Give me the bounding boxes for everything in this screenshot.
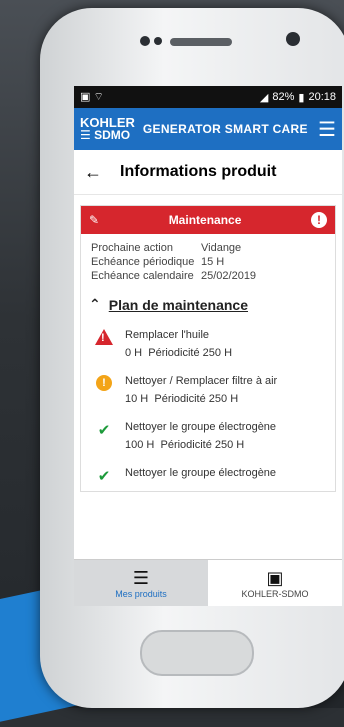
warning-circle-icon: !	[96, 375, 112, 391]
plan-label: Plan de maintenance	[108, 296, 249, 313]
info-key: Echéance périodique	[91, 256, 195, 268]
app-title: GENERATOR SMART CARE	[142, 122, 308, 136]
battery-percent: 82%	[272, 91, 295, 103]
info-row: Echéance périodique 15 H	[91, 256, 325, 268]
image-notification-icon: ▣	[80, 91, 91, 103]
signal-icon: ◢	[259, 91, 269, 104]
status-right: ◢ 82% ▮ 20:18	[260, 91, 336, 104]
task-item[interactable]: ! Nettoyer / Remplacer filtre à air 10 H…	[81, 365, 335, 411]
front-camera	[140, 36, 150, 46]
list-icon: ☰	[132, 567, 150, 588]
logo-bottom-text: SDMO	[94, 128, 131, 142]
checkmark-icon: ✔	[97, 468, 111, 485]
task-period: Périodicité 250 H	[160, 439, 245, 451]
battery-icon: ▮	[298, 91, 305, 104]
logo-bottom: ☰ SDMO	[80, 129, 135, 141]
back-arrow-icon[interactable]: ←	[84, 162, 102, 183]
page-header: ← Informations produit	[74, 150, 342, 195]
sensor	[154, 37, 162, 45]
clock: 20:18	[308, 91, 336, 103]
task-title: Remplacer l'huile	[125, 329, 210, 341]
chevron-up-icon: ⌃	[89, 296, 101, 312]
task-hours: 0 H	[125, 347, 143, 359]
task-item[interactable]: ✔ Nettoyer le groupe électrogène	[81, 457, 335, 491]
page-title: Informations produit	[120, 163, 277, 180]
logo-box-icon: ☰	[80, 128, 91, 142]
earpiece-speaker	[170, 38, 232, 46]
wifi-icon: ⌔	[93, 91, 104, 103]
bottom-nav: ☰ Mes produits ▣ KOHLER-SDMO	[74, 559, 342, 606]
checkmark-icon: ✔	[97, 422, 111, 439]
task-title: Nettoyer le groupe électrogène	[125, 467, 277, 479]
info-key: Prochaine action	[91, 242, 173, 254]
info-key: Echéance calendaire	[91, 270, 194, 282]
task-hours: 10 H	[125, 393, 149, 405]
info-value: 15 H	[201, 256, 225, 268]
maintenance-info: Prochaine action Vidange Echéance périod…	[81, 234, 335, 290]
task-item[interactable]: ! Remplacer l'huile 0 H Périodicité 250 …	[81, 319, 335, 365]
alert-icon: !	[311, 212, 327, 228]
screen: ▣ ⌔ ◢ 82% ▮ 20:18 KOHLER ☰ SDMO GENERATO…	[74, 86, 342, 606]
nav-right-label: KOHLER-SDMO	[241, 588, 309, 599]
app-bar: KOHLER ☰ SDMO GENERATOR SMART CARE ☰	[74, 108, 342, 150]
nav-my-products[interactable]: ☰ Mes produits	[74, 560, 208, 606]
info-value: Vidange	[201, 242, 242, 254]
maintenance-card: ✎ Maintenance ! Prochaine action Vidange…	[80, 205, 336, 492]
task-hours: 100 H	[125, 439, 155, 451]
maintenance-header[interactable]: ✎ Maintenance !	[81, 206, 335, 234]
info-row: Prochaine action Vidange	[91, 242, 325, 254]
info-row: Echéance calendaire 25/02/2019	[91, 270, 325, 282]
task-title: Nettoyer le groupe électrogène	[125, 421, 277, 433]
brand-logo: KOHLER ☰ SDMO	[80, 116, 135, 141]
danger-triangle-icon: !	[95, 329, 113, 345]
hamburger-menu-icon[interactable]: ☰	[318, 117, 336, 142]
task-period: Périodicité 250 H	[148, 347, 233, 359]
task-period: Périodicité 250 H	[154, 393, 239, 405]
info-value: 25/02/2019	[201, 270, 257, 282]
maintenance-title: Maintenance	[168, 213, 242, 227]
status-left: ▣ ⌔	[80, 90, 104, 104]
nav-left-label: Mes produits	[115, 588, 167, 599]
task-title: Nettoyer / Remplacer filtre à air	[125, 375, 278, 387]
phone-frame: ▣ ⌔ ◢ 82% ▮ 20:18 KOHLER ☰ SDMO GENERATO…	[40, 8, 344, 708]
front-camera-lens	[286, 32, 300, 46]
plan-toggle[interactable]: ⌃ Plan de maintenance	[81, 290, 335, 319]
contacts-book-icon: ▣	[266, 567, 284, 588]
top-bezel	[40, 8, 344, 78]
status-bar: ▣ ⌔ ◢ 82% ▮ 20:18	[74, 86, 342, 108]
nav-kohler-sdmo[interactable]: ▣ KOHLER-SDMO	[208, 560, 342, 606]
wrench-icon: ✎	[89, 213, 100, 227]
task-item[interactable]: ✔ Nettoyer le groupe électrogène 100 H P…	[81, 411, 335, 457]
home-button[interactable]	[140, 630, 254, 676]
